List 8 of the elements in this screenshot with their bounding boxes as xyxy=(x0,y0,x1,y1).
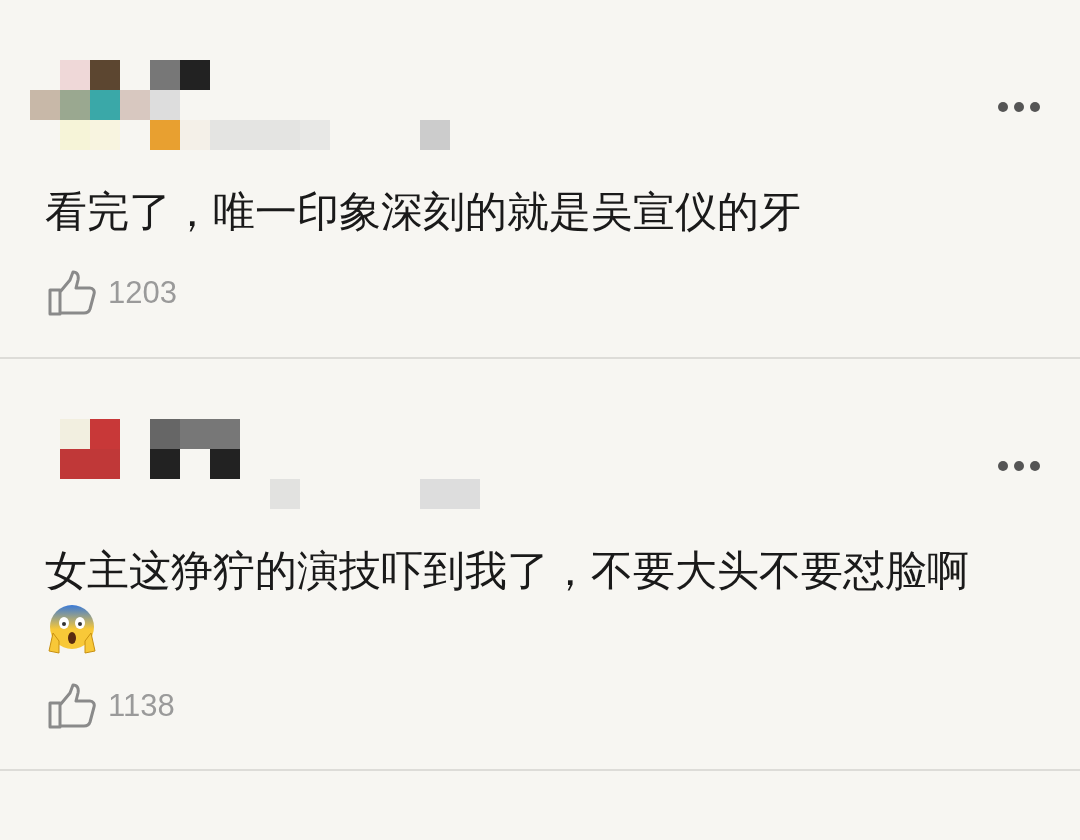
more-button[interactable] xyxy=(998,460,1040,471)
like-count: 1138 xyxy=(108,686,175,725)
more-button[interactable] xyxy=(998,102,1040,112)
comment-text: 女主这狰狞的演技吓到我了，不要大头不要怼脸啊 xyxy=(45,545,970,596)
comment-text: 看完了，唯一印象深刻的就是吴宣仪的牙 xyxy=(45,187,802,237)
like-count: 1203 xyxy=(108,274,177,312)
thumbs-up-icon[interactable] xyxy=(48,682,96,729)
thumbs-up-icon[interactable] xyxy=(48,270,96,317)
